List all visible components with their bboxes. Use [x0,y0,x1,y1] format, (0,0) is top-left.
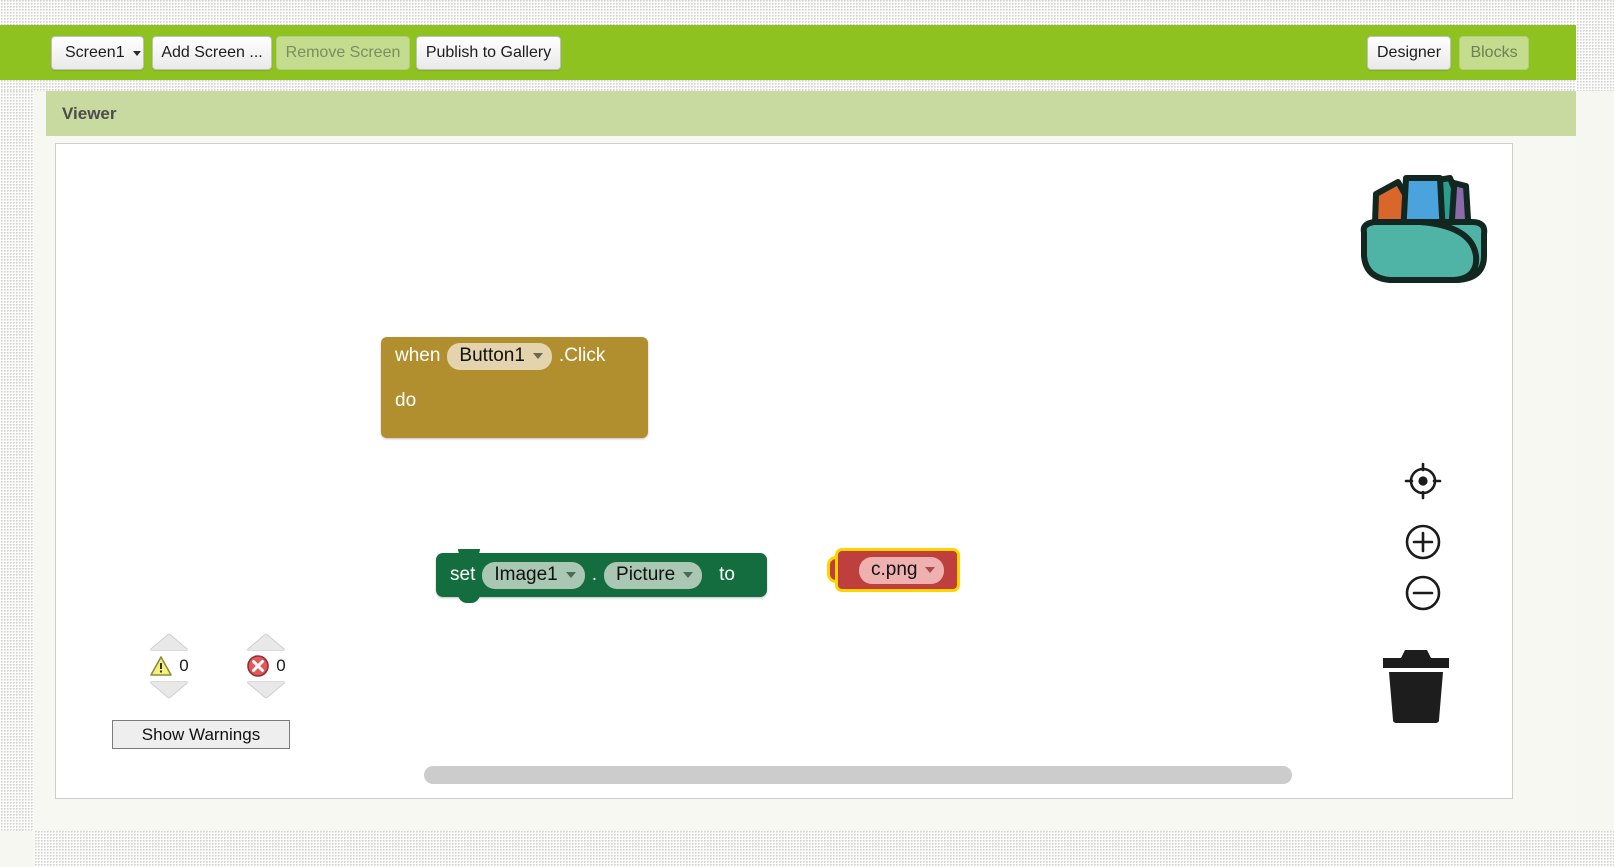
page-background-right-rail [1576,0,1614,91]
trash-icon[interactable] [1381,644,1451,724]
when-button1-click-block[interactable]: when Button1 .Click do [381,337,648,438]
event-block-footer [381,427,648,438]
error-next-arrow-icon[interactable] [247,682,285,698]
property-dropdown-picture-label: Picture [616,564,676,585]
warning-count: 0 [179,656,189,675]
remove-screen-button[interactable]: Remove Screen [276,36,410,70]
add-screen-button[interactable]: Add Screen ... [152,36,272,70]
warning-indicator[interactable]: 0 [139,634,199,698]
publish-to-gallery-button[interactable]: Publish to Gallery [416,36,561,70]
property-dropdown-picture[interactable]: Picture [604,561,703,589]
keyword-set: set [450,564,476,585]
component-dropdown-image1[interactable]: Image1 [482,561,585,589]
viewer-panel-header: Viewer [46,91,1576,136]
property-separator: . [591,564,598,585]
component-dropdown-button1-label: Button1 [459,345,525,366]
warning-next-arrow-icon[interactable] [150,682,188,698]
top-toolbar: Screen1 Add Screen ... Remove Screen Pub… [0,25,1576,80]
warning-prev-arrow-icon[interactable] [150,634,188,650]
viewer-title: Viewer [62,103,117,123]
error-prev-arrow-icon[interactable] [247,634,285,650]
page-background-under-toolbar [0,80,1614,91]
tab-designer[interactable]: Designer [1367,36,1451,70]
chevron-down-icon [132,50,141,56]
error-count: 0 [276,656,286,675]
screen-selector-dropdown[interactable]: Screen1 [51,36,144,70]
block-stack[interactable]: when Button1 .Click do set Image1 . Pict… [381,337,961,603]
zoom-out-icon[interactable] [1401,571,1445,615]
component-dropdown-button1[interactable]: Button1 [447,342,552,370]
event-block-do-slot: do [381,375,648,427]
error-circle-icon [247,655,270,677]
horizontal-scrollbar[interactable] [424,766,1292,784]
backpack-icon[interactable] [1354,164,1494,294]
component-dropdown-image1-label: Image1 [494,564,558,585]
app-inventor-blocks-editor: Screen1 Add Screen ... Remove Screen Pub… [0,0,1614,867]
tab-blocks[interactable]: Blocks [1459,36,1529,70]
chevron-down-icon [532,353,543,359]
page-background-left-rail [0,91,34,831]
keyword-do: do [395,390,417,411]
set-block-bottom-notch [458,594,480,603]
asset-value-block[interactable]: c.png [835,548,961,592]
screen-selector-label: Screen1 [65,44,125,61]
blocks-workspace-canvas[interactable]: when Button1 .Click do set Image1 . Pict… [55,143,1513,799]
event-block-header: when Button1 .Click [381,337,648,375]
asset-dropdown-cpng-label: c.png [871,559,918,580]
chevron-down-icon [925,567,936,573]
set-image1-picture-block[interactable]: set Image1 . Picture to [436,553,768,597]
error-indicator[interactable]: 0 [236,634,296,698]
center-blocks-icon[interactable] [1401,459,1445,503]
page-background-top [0,0,1614,25]
keyword-to: to [719,564,736,585]
page-background-bottom [34,831,1614,867]
zoom-in-icon[interactable] [1401,520,1445,564]
show-warnings-button[interactable]: Show Warnings [112,720,290,749]
asset-dropdown-cpng[interactable]: c.png [859,556,945,584]
chevron-down-icon [683,572,694,578]
warning-triangle-icon [150,656,173,676]
event-name-click: .Click [558,345,606,366]
keyword-when: when [395,345,441,366]
chevron-down-icon [565,572,576,578]
